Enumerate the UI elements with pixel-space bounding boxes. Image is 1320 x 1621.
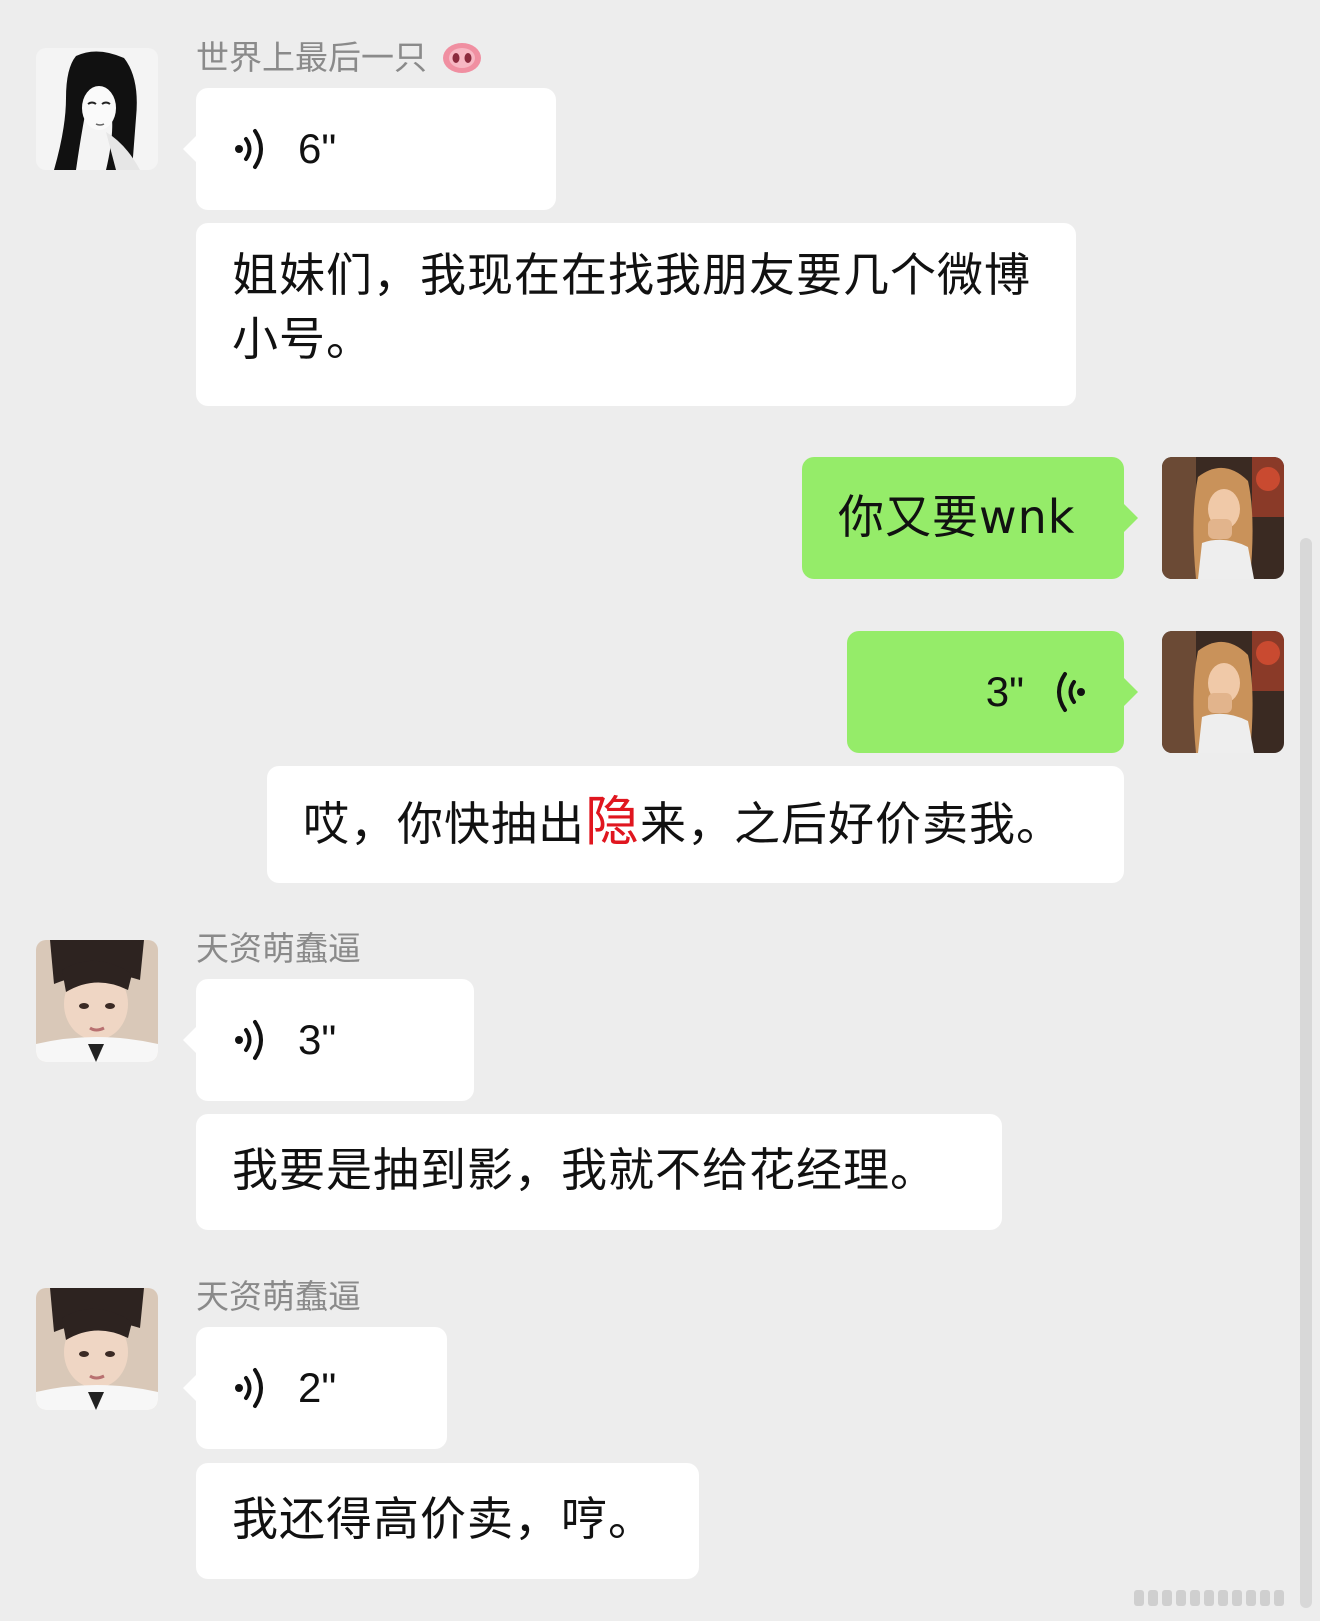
voice-message[interactable]: 3" — [183, 979, 474, 1101]
message-text-after: 来，之后好价卖我。 — [640, 797, 1063, 851]
voice-wave-icon — [234, 126, 270, 172]
voice-duration: 6" — [298, 125, 337, 172]
message-text-before: 哎，你快抽出 — [303, 797, 585, 851]
sender-name: 天资萌蠢逼 — [196, 929, 361, 968]
avatar-self[interactable] — [1162, 457, 1284, 579]
voice-wave-icon — [234, 1017, 270, 1063]
voice-duration: 3" — [298, 1016, 337, 1063]
avatar-self[interactable] — [1162, 631, 1284, 753]
vertical-scrollbar[interactable] — [1300, 538, 1312, 1608]
avatar-girl[interactable] — [36, 48, 158, 170]
bubble-tail — [1124, 504, 1138, 532]
text-message[interactable]: 我还得高价卖，哼。 — [196, 1463, 699, 1579]
sender-name: 天资萌蠢逼 — [196, 1277, 361, 1316]
text-message[interactable]: 姐妹们，我现在在找我朋友要几个微博小号。 — [196, 223, 1076, 406]
highlighted-text: 隐 — [585, 790, 640, 853]
message-text: 我还得高价卖，哼。 — [232, 1492, 655, 1546]
message-text: 我要是抽到影，我就不给花经理。 — [232, 1143, 937, 1197]
text-message[interactable]: 我要是抽到影，我就不给花经理。 — [196, 1114, 1002, 1230]
pig-nose-icon — [442, 42, 482, 79]
sender-name-text: 世界上最后一只 — [196, 38, 427, 77]
avatar-boy[interactable] — [36, 1288, 158, 1410]
avatar-boy[interactable] — [36, 940, 158, 1062]
bubble-tail — [183, 1026, 197, 1054]
bubble-tail — [1124, 678, 1138, 706]
text-message-outgoing[interactable]: 你又要wnk — [802, 457, 1138, 579]
voice-wave-icon-mirrored — [1050, 669, 1086, 715]
bubble-tail — [183, 135, 197, 163]
watermark-bars — [1134, 1590, 1304, 1606]
message-text: 姐妹们，我现在在找我朋友要几个微博小号。 — [232, 248, 1031, 366]
voice-message-outgoing[interactable]: 3" — [847, 631, 1138, 753]
text-message[interactable]: 哎，你快抽出隐来，之后好价卖我。 — [267, 766, 1124, 883]
voice-wave-icon — [234, 1365, 270, 1411]
message-text: 你又要wnk — [838, 490, 1076, 544]
voice-message[interactable]: 6" — [183, 88, 556, 210]
sender-name: 世界上最后一只 — [196, 41, 482, 79]
voice-message[interactable]: 2" — [183, 1327, 447, 1449]
bubble-tail — [183, 1374, 197, 1402]
voice-duration: 3" — [985, 668, 1024, 715]
voice-duration: 2" — [298, 1364, 337, 1411]
chat-window: 世界上最后一只 6" 姐妹们，我现在在找我朋友要几个微博小号。 你又要wnk 3… — [0, 0, 1320, 1621]
